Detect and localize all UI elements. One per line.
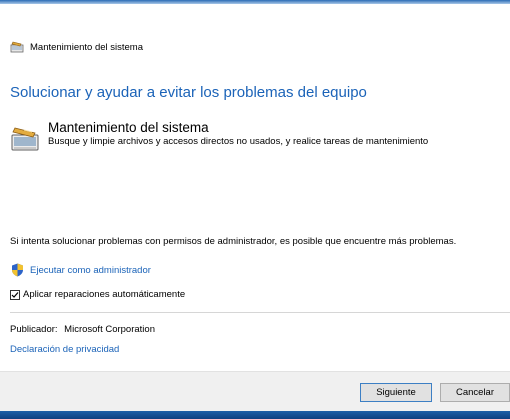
tool-description: Busque y limpie archivos y accesos direc… [48,136,429,147]
privacy-statement-link[interactable]: Declaración de privacidad [10,344,119,355]
auto-repair-label: Aplicar reparaciones automáticamente [23,289,186,300]
uac-shield-icon [11,263,24,277]
auto-repair-checkbox[interactable] [10,289,20,300]
troubleshooter-item: Mantenimiento del sistema Busque y limpi… [10,120,510,154]
run-as-admin-label: Ejecutar como administrador [30,264,151,276]
window-header: Mantenimiento del sistema [10,38,143,56]
auto-repair-option[interactable]: Aplicar reparaciones automáticamente [10,289,185,300]
taskbar-edge [0,411,510,419]
section-divider [10,312,510,313]
next-button[interactable]: Siguiente [360,383,432,402]
window-top-border [0,0,510,4]
window-title: Mantenimiento del sistema [30,41,143,53]
publisher-info: Publicador: Microsoft Corporation [10,324,155,335]
maintenance-tool-icon [10,124,40,154]
run-as-admin-link[interactable]: Ejecutar como administrador [11,263,151,277]
troubleshooter-window: Mantenimiento del sistema Solucionar y a… [0,0,510,419]
dialog-footer: Siguiente Cancelar [0,371,510,412]
admin-notice: Si intenta solucionar problemas con perm… [10,236,457,247]
page-heading: Solucionar y ayudar a evitar los problem… [10,84,367,101]
publisher-label: Publicador: [10,324,58,335]
maintenance-icon [10,41,24,53]
tool-title: Mantenimiento del sistema [48,120,209,135]
publisher-value: Microsoft Corporation [64,324,155,335]
cancel-button[interactable]: Cancelar [440,383,510,402]
